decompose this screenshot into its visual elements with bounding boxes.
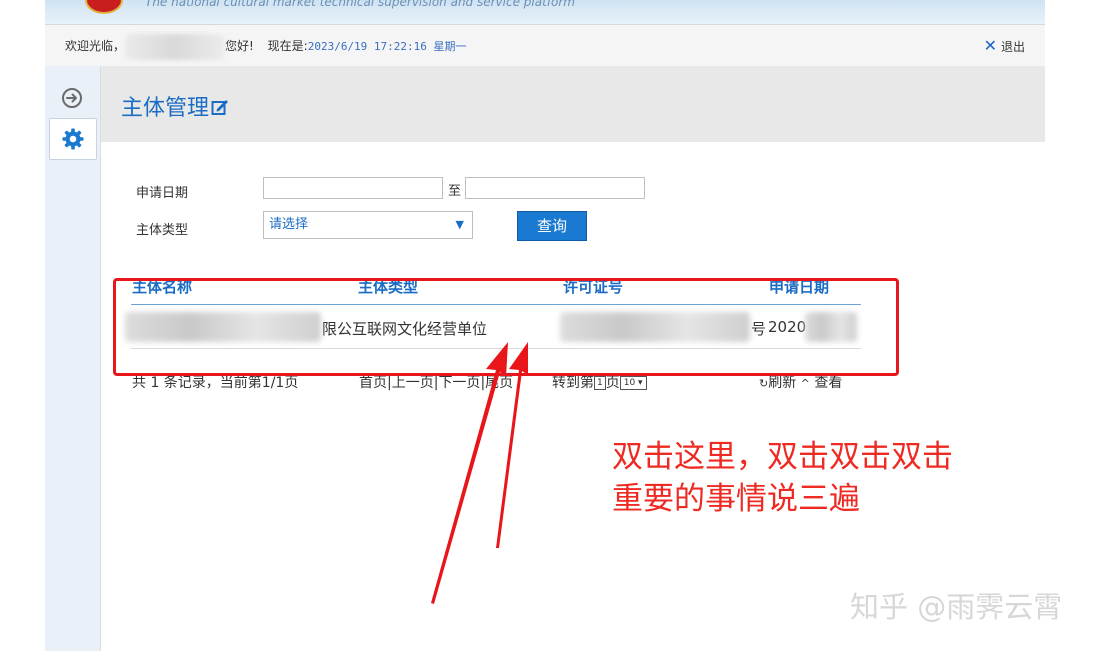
logout-label: 退出	[1000, 40, 1025, 54]
start-date-input[interactable]	[263, 177, 443, 199]
watermark: 知乎 @雨霁云霄	[850, 590, 1063, 624]
chevron-down-icon: ▼	[455, 218, 464, 231]
greeting-suffix: 您好!	[225, 39, 254, 53]
sidebar-item-navigate[interactable]	[49, 78, 95, 118]
view-link[interactable]: ^ 查看	[801, 375, 843, 391]
page-title: 主体管理	[121, 90, 229, 122]
outer-margin-left	[0, 0, 45, 651]
end-date-input[interactable]	[465, 177, 645, 199]
outer-margin-right	[1045, 0, 1120, 651]
redacted-username	[125, 33, 226, 60]
view-label: 查看	[814, 375, 843, 391]
refresh-icon: ↻	[759, 377, 769, 390]
goto-page-input[interactable]: 1	[594, 376, 606, 390]
pager-next-link[interactable]: 下一页	[438, 375, 480, 391]
banner-subtitle: The national cultural market technical s…	[145, 0, 575, 9]
type-select[interactable]: 请选择 ▼	[263, 211, 473, 239]
caret-up-icon: ^	[800, 377, 810, 390]
edit-icon[interactable]	[211, 97, 229, 122]
query-button[interactable]: 查询	[517, 211, 587, 241]
content-header: 主体管理	[101, 66, 1045, 142]
goto-suffix: 页	[605, 375, 620, 391]
user-bar: 欢迎光临， 您好! 现在是:2023/6/19 17:22:16 星期一 ✕ 退出	[45, 24, 1045, 68]
page-title-text: 主体管理	[121, 96, 210, 121]
type-label: 主体类型	[136, 223, 189, 238]
annotation-line-2: 重要的事情说三遍	[612, 481, 860, 517]
refresh-link[interactable]: ↻刷新	[759, 375, 796, 391]
main-content: 主体管理 申请日期 至 主体类型 请选择 ▼ 查询 主体名称 主体类型 许可证号…	[101, 66, 1045, 444]
pager-last-link[interactable]: 尾页	[485, 375, 513, 391]
page-size-value: 10	[623, 378, 636, 388]
gear-icon	[62, 128, 84, 150]
annotation-highlight-box	[113, 278, 899, 376]
arrow-right-circle-icon	[62, 88, 82, 108]
now-label: 现在是:	[267, 39, 308, 53]
site-banner: The national cultural market technical s…	[45, 0, 1045, 24]
national-emblem-logo	[85, 0, 123, 14]
current-datetime: 2023/6/19 17:22:16 星期一	[307, 40, 467, 53]
type-select-value: 请选择	[269, 217, 309, 232]
annotation-line-1: 双击这里，双击双击双击	[612, 439, 953, 475]
close-icon: ✕	[983, 36, 997, 55]
page-size-select[interactable]: 10 ▾	[619, 376, 647, 390]
welcome-text: 欢迎光临， 您好! 现在是:2023/6/19 17:22:16 星期一	[65, 25, 467, 68]
sidebar	[45, 66, 101, 651]
annotation-text: 双击这里，双击双击双击 重要的事情说三遍	[612, 436, 953, 520]
greeting-prefix: 欢迎光临，	[65, 39, 126, 53]
goto-prefix: 转到第	[552, 375, 594, 391]
sidebar-item-settings[interactable]	[49, 118, 97, 160]
refresh-label: 刷新	[768, 375, 797, 391]
pager-prev-link[interactable]: 上一页	[392, 375, 434, 391]
to-separator: 至	[448, 184, 462, 199]
pager-first-link[interactable]: 首页	[359, 375, 387, 391]
apply-date-label: 申请日期	[136, 186, 189, 201]
logout-button[interactable]: ✕ 退出	[984, 25, 1025, 68]
